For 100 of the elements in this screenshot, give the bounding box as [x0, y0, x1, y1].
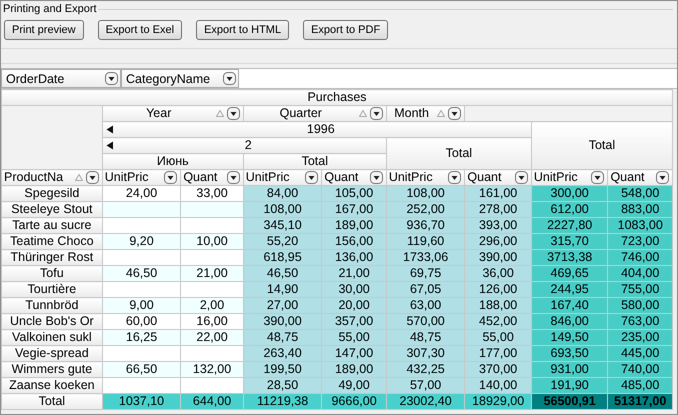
table-cell: [180, 378, 244, 394]
table-cell: 55,20: [243, 234, 322, 250]
row-header: Total: [2, 394, 102, 410]
row-header: Tofu: [2, 266, 102, 282]
table-cell: 263,40: [243, 346, 322, 362]
filter-field[interactable]: CategoryName: [121, 69, 239, 88]
table-cell: 24,00: [102, 186, 181, 202]
export-button[interactable]: Export to PDF: [303, 20, 388, 40]
table-cell: 345,10: [243, 218, 322, 234]
table-cell: 570,00: [386, 314, 465, 330]
measure-header[interactable]: UnitPric: [386, 170, 465, 186]
table-cell: 63,00: [386, 298, 465, 314]
table-cell: 452,00: [464, 314, 532, 330]
table-cell: 60,00: [102, 314, 181, 330]
month-header: Июнь: [102, 154, 244, 170]
row-header: Zaanse koeken: [2, 378, 102, 394]
table-cell: 278,00: [464, 202, 532, 218]
table-cell: 307,30: [386, 346, 465, 362]
filter-field[interactable]: OrderDate: [1, 69, 121, 88]
table-cell: 445,00: [608, 346, 672, 362]
table-cell: 432,25: [386, 362, 465, 378]
dropdown-icon[interactable]: [370, 107, 383, 120]
dropdown-icon[interactable]: [656, 171, 669, 184]
table-cell: 33,00: [180, 186, 244, 202]
table-cell: 485,00: [608, 378, 672, 394]
measure-header[interactable]: Quant: [464, 170, 532, 186]
total-cell: 18929,00: [464, 394, 532, 410]
dropdown-icon[interactable]: [591, 171, 604, 184]
table-cell: 55,00: [464, 330, 532, 346]
dropdown-icon[interactable]: [105, 72, 118, 85]
export-button[interactable]: Export to Exel: [98, 20, 182, 40]
table-cell: 2227,80: [531, 218, 608, 234]
row-header: Valkoinen sukl: [2, 330, 102, 346]
export-button[interactable]: Print preview: [4, 20, 84, 40]
dropdown-icon[interactable]: [448, 107, 462, 120]
column-field[interactable]: Quarter: [243, 106, 386, 122]
dropdown-icon[interactable]: [223, 72, 236, 85]
table-cell: 404,00: [608, 266, 672, 282]
table-cell: [180, 202, 244, 218]
quarter-total-header: Total: [243, 154, 386, 170]
dropdown-icon[interactable]: [514, 171, 528, 184]
table-cell: 370,00: [464, 362, 532, 378]
measure-header[interactable]: UnitPric: [243, 170, 322, 186]
table-cell: 46,50: [102, 266, 181, 282]
dropdown-icon[interactable]: [370, 171, 383, 184]
dropdown-icon[interactable]: [305, 171, 318, 184]
table-cell: 469,65: [531, 266, 608, 282]
table-cell: 1083,00: [608, 218, 672, 234]
table-cell: 167,40: [531, 298, 608, 314]
table-cell: 147,00: [322, 346, 386, 362]
table-cell: 2,00: [180, 298, 244, 314]
row-field[interactable]: ProductNa: [2, 170, 102, 186]
year-header[interactable]: 1996: [102, 122, 532, 138]
table-cell: 108,00: [386, 186, 465, 202]
total-cell: 23002,40: [386, 394, 465, 410]
table-cell: 357,00: [322, 314, 386, 330]
measure-header[interactable]: Quant: [180, 170, 244, 186]
total-cell: 644,00: [180, 394, 244, 410]
dropdown-icon[interactable]: [226, 171, 240, 184]
row-header: Spegesild: [2, 186, 102, 202]
table-cell: 108,00: [243, 202, 322, 218]
table-cell: 188,00: [464, 298, 532, 314]
table-cell: 119,60: [386, 234, 465, 250]
row-header: Steeleye Stout: [2, 202, 102, 218]
export-button[interactable]: Export to HTML: [196, 20, 290, 40]
dropdown-icon[interactable]: [226, 107, 240, 120]
column-field[interactable]: Month: [386, 106, 465, 122]
measure-header[interactable]: UnitPric: [102, 170, 181, 186]
table-cell: 846,00: [531, 314, 608, 330]
dropdown-icon[interactable]: [86, 171, 99, 184]
table-cell: 580,00: [608, 298, 672, 314]
table-cell: 84,00: [243, 186, 322, 202]
column-field[interactable]: Year: [102, 106, 244, 122]
table-cell: 57,00: [386, 378, 465, 394]
table-cell: 618,95: [243, 250, 322, 266]
total-cell: 9666,00: [322, 394, 386, 410]
table-cell: 1733,06: [386, 250, 465, 266]
dropdown-icon[interactable]: [448, 171, 462, 184]
table-cell: 931,00: [531, 362, 608, 378]
row-header: Vegie-spread: [2, 346, 102, 362]
table-cell: 315,70: [531, 234, 608, 250]
row-header: Tarte au sucre: [2, 218, 102, 234]
row-header: Wimmers gute: [2, 362, 102, 378]
row-header: Tunnbröd: [2, 298, 102, 314]
table-cell: 740,00: [608, 362, 672, 378]
table-cell: 149,50: [531, 330, 608, 346]
total-cell: 11219,38: [243, 394, 322, 410]
measure-header[interactable]: Quant: [322, 170, 386, 186]
total-cell: 56500,91: [531, 394, 608, 410]
table-cell: 48,75: [243, 330, 322, 346]
table-cell: 189,00: [322, 218, 386, 234]
table-cell: 189,00: [322, 362, 386, 378]
dropdown-icon[interactable]: [164, 171, 178, 184]
table-cell: 177,00: [464, 346, 532, 362]
table-cell: 69,75: [386, 266, 465, 282]
quarter-header[interactable]: 2: [102, 138, 386, 154]
measure-header[interactable]: UnitPric: [531, 170, 608, 186]
table-cell: 16,00: [180, 314, 244, 330]
measure-header[interactable]: Quant: [608, 170, 672, 186]
grand-total-header: Total: [531, 122, 672, 170]
